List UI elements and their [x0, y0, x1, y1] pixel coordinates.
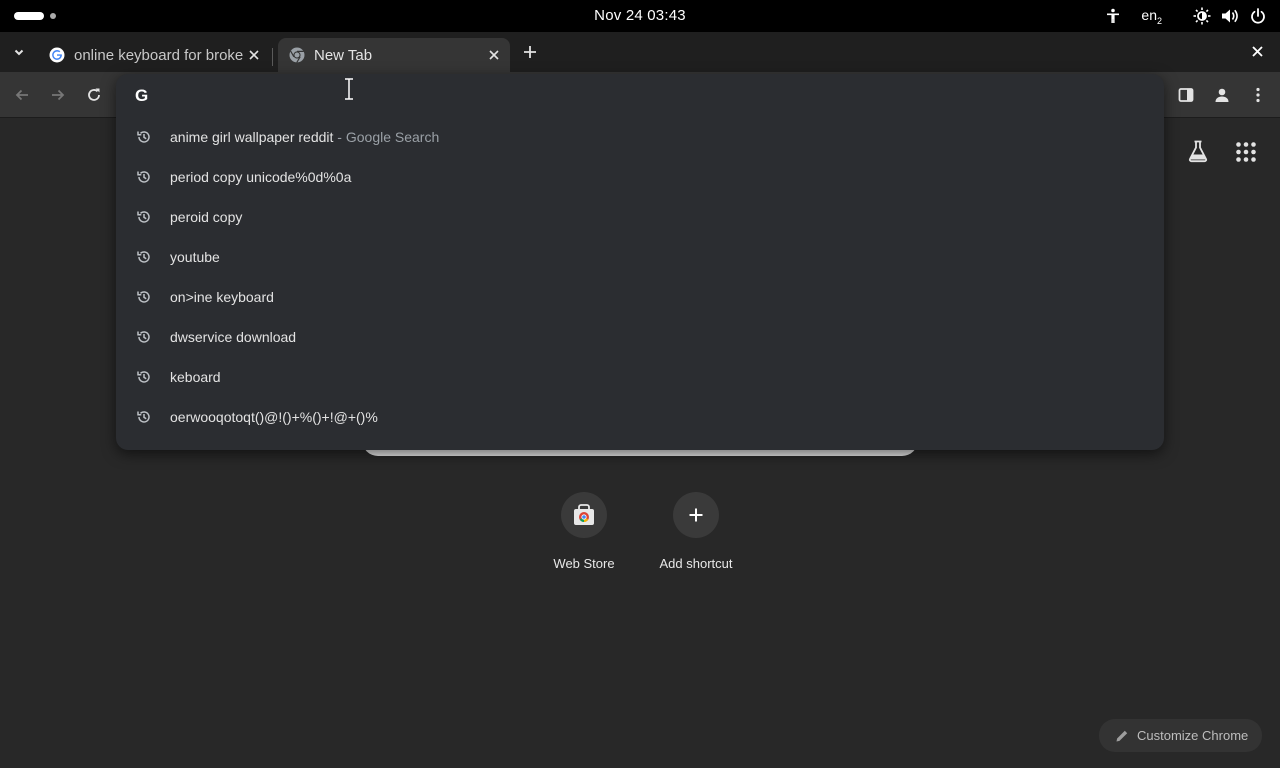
- close-icon: [1251, 45, 1263, 57]
- shortcut-web-store[interactable]: Web Store: [528, 492, 640, 571]
- tab-strip: online keyboard for broken keyboard New …: [0, 32, 1280, 72]
- arrow-right-icon: [52, 89, 65, 101]
- history-icon: [137, 371, 150, 383]
- close-icon[interactable]: [244, 45, 264, 65]
- history-icon: [137, 331, 150, 343]
- history-icon: [137, 251, 150, 263]
- labs-flask-icon[interactable]: [1186, 139, 1210, 163]
- suggestion-item[interactable]: youtube: [116, 237, 1164, 277]
- shortcut-add[interactable]: Add shortcut: [640, 492, 752, 571]
- tab-search-button[interactable]: [8, 41, 30, 63]
- suggestion-query: on>ine keyboard: [170, 289, 274, 305]
- customize-chrome-button[interactable]: Customize Chrome: [1099, 719, 1262, 752]
- person-icon: [1215, 88, 1229, 102]
- suggestion-query: youtube: [170, 249, 220, 265]
- shortcut-tile: [673, 492, 719, 538]
- power-icon[interactable]: [1248, 6, 1268, 26]
- keyboard-layout-indicator[interactable]: en2: [1141, 7, 1162, 26]
- suggestion-query: dwservice download: [170, 329, 297, 345]
- tab-title: New Tab: [314, 46, 373, 64]
- profile-button[interactable]: [1211, 84, 1233, 106]
- arrow-left-icon: [15, 89, 28, 101]
- history-icon: [137, 171, 150, 183]
- side-panel-icon: [1178, 88, 1194, 102]
- shortcut-tile: [561, 492, 607, 538]
- close-icon[interactable]: [484, 45, 504, 65]
- text-cursor-icon: [345, 78, 353, 100]
- language-variant: 2: [1156, 15, 1162, 26]
- google-g-icon: G: [135, 86, 149, 105]
- suggestion-item[interactable]: anime girl wallpaper reddit - Google Sea…: [116, 117, 1164, 157]
- volume-icon[interactable]: [1220, 6, 1240, 26]
- suggestion-item[interactable]: dwservice download: [116, 317, 1164, 357]
- suggestion-query: oerwooqotoqt()@!()+%()+!@+()%: [170, 409, 378, 425]
- shortcut-label: Web Store: [553, 556, 615, 571]
- suggestion-item[interactable]: oerwooqotoqt()@!()+%()+!@+()%: [116, 397, 1164, 437]
- tab-separator: [272, 48, 273, 66]
- suggestion-text: anime girl wallpaper reddit - Google Sea…: [170, 129, 439, 145]
- suggestion-item[interactable]: peroid copy: [116, 197, 1164, 237]
- web-store-icon: [574, 504, 594, 525]
- back-button[interactable]: [11, 84, 33, 106]
- clock[interactable]: Nov 24 03:43: [0, 7, 1280, 24]
- suggestion-description: - Google Search: [333, 129, 440, 145]
- window-close-button[interactable]: [1248, 42, 1266, 60]
- suggestion-query: peroid copy: [170, 209, 243, 225]
- omnibox-input-row[interactable]: G: [116, 74, 1164, 116]
- system-tray[interactable]: en2: [1095, 6, 1268, 26]
- tab-online-keyboard[interactable]: online keyboard for broken keyboard: [38, 38, 270, 72]
- suggestion-item[interactable]: keboard: [116, 357, 1164, 397]
- chrome-favicon: [288, 46, 306, 64]
- plus-icon: [689, 508, 703, 522]
- language-code: en: [1141, 6, 1157, 23]
- forward-button[interactable]: [47, 84, 69, 106]
- kebab-menu-icon: [1256, 87, 1260, 103]
- history-icon: [137, 211, 150, 223]
- brightness-icon[interactable]: [1192, 6, 1212, 26]
- reload-button[interactable]: [83, 84, 105, 106]
- history-icon: [137, 291, 150, 303]
- suggestion-item[interactable]: period copy unicode%0d%0a: [116, 157, 1164, 197]
- accessibility-icon[interactable]: [1103, 6, 1123, 26]
- suggestion-query: period copy unicode%0d%0a: [170, 169, 352, 185]
- new-tab-button[interactable]: [518, 40, 542, 64]
- side-panel-button[interactable]: [1175, 84, 1197, 106]
- omnibox-dropdown: G anime girl wallpaper reddit - Google S…: [116, 74, 1164, 450]
- pencil-icon: [1116, 730, 1128, 741]
- chevron-down-icon: [14, 49, 24, 56]
- reload-icon: [88, 88, 100, 101]
- google-favicon: [48, 46, 66, 64]
- shortcut-label: Add shortcut: [659, 556, 733, 571]
- plus-icon: [524, 46, 536, 58]
- system-top-bar: Nov 24 03:43 en2: [0, 0, 1280, 32]
- customize-chrome-label: Customize Chrome: [1137, 728, 1249, 743]
- menu-button[interactable]: [1247, 84, 1269, 106]
- suggestion-query: keboard: [170, 369, 221, 385]
- suggestion-query: anime girl wallpaper reddit: [170, 129, 334, 145]
- history-icon: [137, 131, 150, 143]
- tab-title: online keyboard for broken keyboard: [74, 46, 244, 64]
- tab-new-tab[interactable]: New Tab: [278, 38, 510, 72]
- google-apps-grid-icon[interactable]: [1235, 141, 1257, 163]
- history-icon: [137, 411, 150, 423]
- suggestion-item[interactable]: on>ine keyboard: [116, 277, 1164, 317]
